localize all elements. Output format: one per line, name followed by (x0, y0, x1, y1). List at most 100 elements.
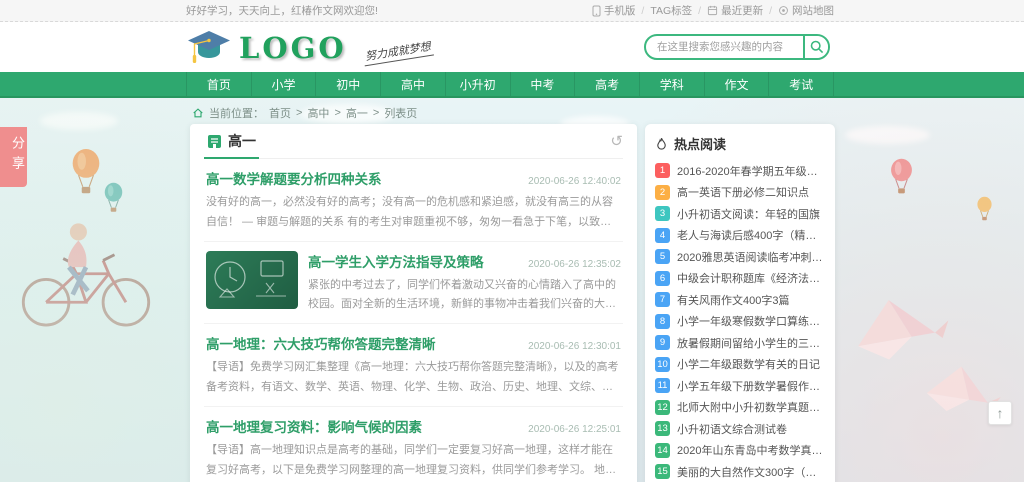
nav-item-primary[interactable]: 小学 (252, 72, 317, 96)
hot-item-text: 有关风雨作文400字3篇 (677, 292, 789, 308)
nav-item-exam[interactable]: 考试 (769, 72, 834, 96)
article-title-link[interactable]: 高一数学解题要分析四种关系 (206, 168, 382, 188)
nav-item-subjects[interactable]: 学科 (640, 72, 705, 96)
hot-air-balloon-decoration (103, 182, 124, 215)
breadcrumb-senior[interactable]: 高中 (307, 105, 329, 121)
rank-badge: 8 (655, 314, 670, 329)
recent-updates-link[interactable]: 最近更新 (707, 3, 763, 18)
hot-item[interactable]: 52020雅思英语阅读临考冲刺试题附答案 (655, 246, 825, 268)
content-section: 当前位置： 首页 > 高中 > 高一 > 列表页 高一 ↺ (0, 98, 1024, 482)
article-summary: 【导语】高一地理知识点是高考的基础，同学们一定要复习好高一地理，这样才能在复习好… (206, 441, 621, 481)
hot-reading-card: 热点阅读 12016-2020年春学期五年级语文下期末模拟 2 高一英语下册必修二… (645, 124, 835, 482)
rank-badge: 11 (655, 378, 670, 393)
hot-item-text: 老人与海读后感400字（精选3篇） (677, 227, 825, 243)
cloud-decoration (845, 126, 930, 144)
rank-badge: 10 (655, 357, 670, 372)
search-icon (810, 40, 824, 54)
article-title-link[interactable]: 高一地理：六大技巧帮你答题完整清晰 (206, 333, 436, 353)
article-title-link[interactable]: 高一地理复习资料：影响气候的因素 (206, 416, 422, 436)
rank-badge: 2 (655, 185, 670, 200)
rank-badge: 3 (655, 206, 670, 221)
breadcrumb-home[interactable]: 首页 (269, 105, 291, 121)
welcome-text: 好好学习，天天向上，红椿作文网欢迎您! (186, 3, 378, 18)
hot-item[interactable]: 13小升初语文综合测试卷 (655, 418, 825, 440)
site-logo[interactable]: LOGO (186, 29, 347, 67)
separator: / (641, 5, 644, 17)
hot-item-text: 美丽的大自然作文300字（精选3篇） (677, 464, 825, 480)
mobile-version-link[interactable]: 手机版 (592, 3, 636, 18)
nav-item-zhongkao[interactable]: 中考 (511, 72, 576, 96)
rank-badge: 7 (655, 292, 670, 307)
share-button[interactable]: 分享 (0, 127, 27, 187)
hot-item-text: 小学二年级跟数学有关的日记 (677, 356, 820, 372)
hot-item-text: 小升初语文阅读：年轻的国旗 (677, 206, 820, 222)
nav-item-xiaoshengchu[interactable]: 小升初 (446, 72, 511, 96)
hot-reading-title: 热点阅读 (674, 134, 726, 153)
article-row: 高一数学解题要分析四种关系 2020-06-26 12:40:02 没有好的高一… (204, 159, 623, 242)
article-title-link[interactable]: 高一学生入学方法指导及策略 (308, 251, 484, 271)
undo-icon[interactable]: ↺ (610, 134, 623, 149)
topbar-link-label: TAG标签 (650, 3, 692, 18)
back-to-top-button[interactable]: ↑ (988, 401, 1012, 425)
sitemap-link[interactable]: 网站地图 (778, 3, 834, 18)
breadcrumb: 当前位置： 首页 > 高中 > 高一 > 列表页 (192, 105, 417, 121)
article-summary: 紧张的中考过去了，同学们怀着激动又兴奋的心情踏入了高中的校园。面对全新的生活环境… (308, 276, 621, 316)
slogan-text: 努力成就梦想 (362, 38, 434, 67)
section-tab: 高一 (204, 124, 259, 158)
hot-air-balloon-decoration (889, 158, 914, 197)
hot-item[interactable]: 10 小学二年级跟数学有关的日记 (655, 354, 825, 376)
separator: / (698, 5, 701, 17)
cloud-decoration (40, 112, 118, 130)
hot-item[interactable]: 15 美丽的大自然作文300字（精选3篇） (655, 461, 825, 482)
hot-item[interactable]: 11 小学五年级下册数学暑假作业答案【20-61 (655, 375, 825, 397)
hot-item-text: 2020雅思英语阅读临考冲刺试题附答案 (677, 249, 825, 265)
nav-item-home[interactable]: 首页 (186, 72, 252, 96)
hot-item-text: 中级会计职称题库《经济法》检测题 (677, 270, 825, 286)
hot-item[interactable]: 9放暑假期间留给小学生的三年级英语作文范文 (655, 332, 825, 354)
article-thumbnail[interactable] (206, 251, 298, 309)
breadcrumb-label: 当前位置： (209, 105, 264, 121)
hot-item[interactable]: 12016-2020年春学期五年级语文下期末模拟 (655, 160, 825, 182)
hot-item[interactable]: 6 中级会计职称题库《经济法》检测题 (655, 268, 825, 290)
hot-item-text: 高一英语下册必修二知识点 (677, 184, 809, 200)
nav-item-essay[interactable]: 作文 (705, 72, 770, 96)
tag-link[interactable]: TAG标签 (650, 3, 692, 18)
main-nav: 首页 小学 初中 高中 小升初 中考 高考 学科 作文 考试 (0, 72, 1024, 98)
topbar-link-label: 网站地图 (792, 3, 834, 18)
hot-air-balloon-decoration (976, 196, 993, 223)
topbar-link-label: 最近更新 (721, 3, 763, 18)
breadcrumb-grade[interactable]: 高一 (346, 105, 368, 121)
bicycle-rider-decoration (10, 206, 162, 332)
hot-item[interactable]: 8小学一年级寒假数学口算练习题三篇 (655, 311, 825, 333)
hot-item[interactable]: 142020年山东青岛中考数学真题（已公布） (655, 440, 825, 462)
flame-icon (655, 137, 668, 151)
refresh-icon (707, 5, 718, 16)
topbar-links: 手机版 / TAG标签 / 最近更新 / 网站地图 (592, 3, 834, 18)
hot-item[interactable]: 7 有关风雨作文400字3篇 (655, 289, 825, 311)
sidebar: 热点阅读 12016-2020年春学期五年级语文下期末模拟 2 高一英语下册必修二… (645, 124, 835, 482)
hot-item[interactable]: 4老人与海读后感400字（精选3篇） (655, 225, 825, 247)
hot-item-text: 小学五年级下册数学暑假作业答案【20-61 (677, 378, 825, 394)
article-list-card: 高一 ↺ 高一数学解题要分析四种关系 2020-06-26 12:40:02 没… (190, 124, 637, 482)
hot-item[interactable]: 2 高一英语下册必修二知识点 (655, 182, 825, 204)
hot-item[interactable]: 12北师大附中小升初数学真题汇编 (655, 397, 825, 419)
list-header: 高一 ↺ (204, 124, 623, 159)
nav-item-gaokao[interactable]: 高考 (575, 72, 640, 96)
header: LOGO 努力成就梦想 (0, 22, 1024, 72)
nav-item-junior[interactable]: 初中 (316, 72, 381, 96)
article-date: 2020-06-26 12:30:01 (528, 341, 621, 352)
search-input[interactable] (646, 36, 803, 58)
origami-crane-decoration (837, 281, 960, 375)
topbar: 好好学习，天天向上，红椿作文网欢迎您! 手机版 / TAG标签 / 最近更新 / (0, 0, 1024, 22)
article-row: 高一地理：六大技巧帮你答题完整清晰 2020-06-26 12:30:01 【导… (204, 324, 623, 407)
search-box (644, 34, 830, 60)
article-summary: 【导语】免费学习网汇集整理《高一地理：六大技巧帮你答题完整清晰》，以及的高考备考… (206, 358, 621, 398)
home-icon (192, 107, 204, 119)
search-button[interactable] (803, 36, 828, 58)
hot-item-text: 2020年山东青岛中考数学真题（已公布） (677, 442, 825, 458)
article-date: 2020-06-26 12:25:01 (528, 424, 621, 435)
rank-badge: 6 (655, 271, 670, 286)
hot-item[interactable]: 3 小升初语文阅读：年轻的国旗 (655, 203, 825, 225)
nav-item-senior[interactable]: 高中 (381, 72, 446, 96)
rank-badge: 15 (655, 464, 670, 479)
